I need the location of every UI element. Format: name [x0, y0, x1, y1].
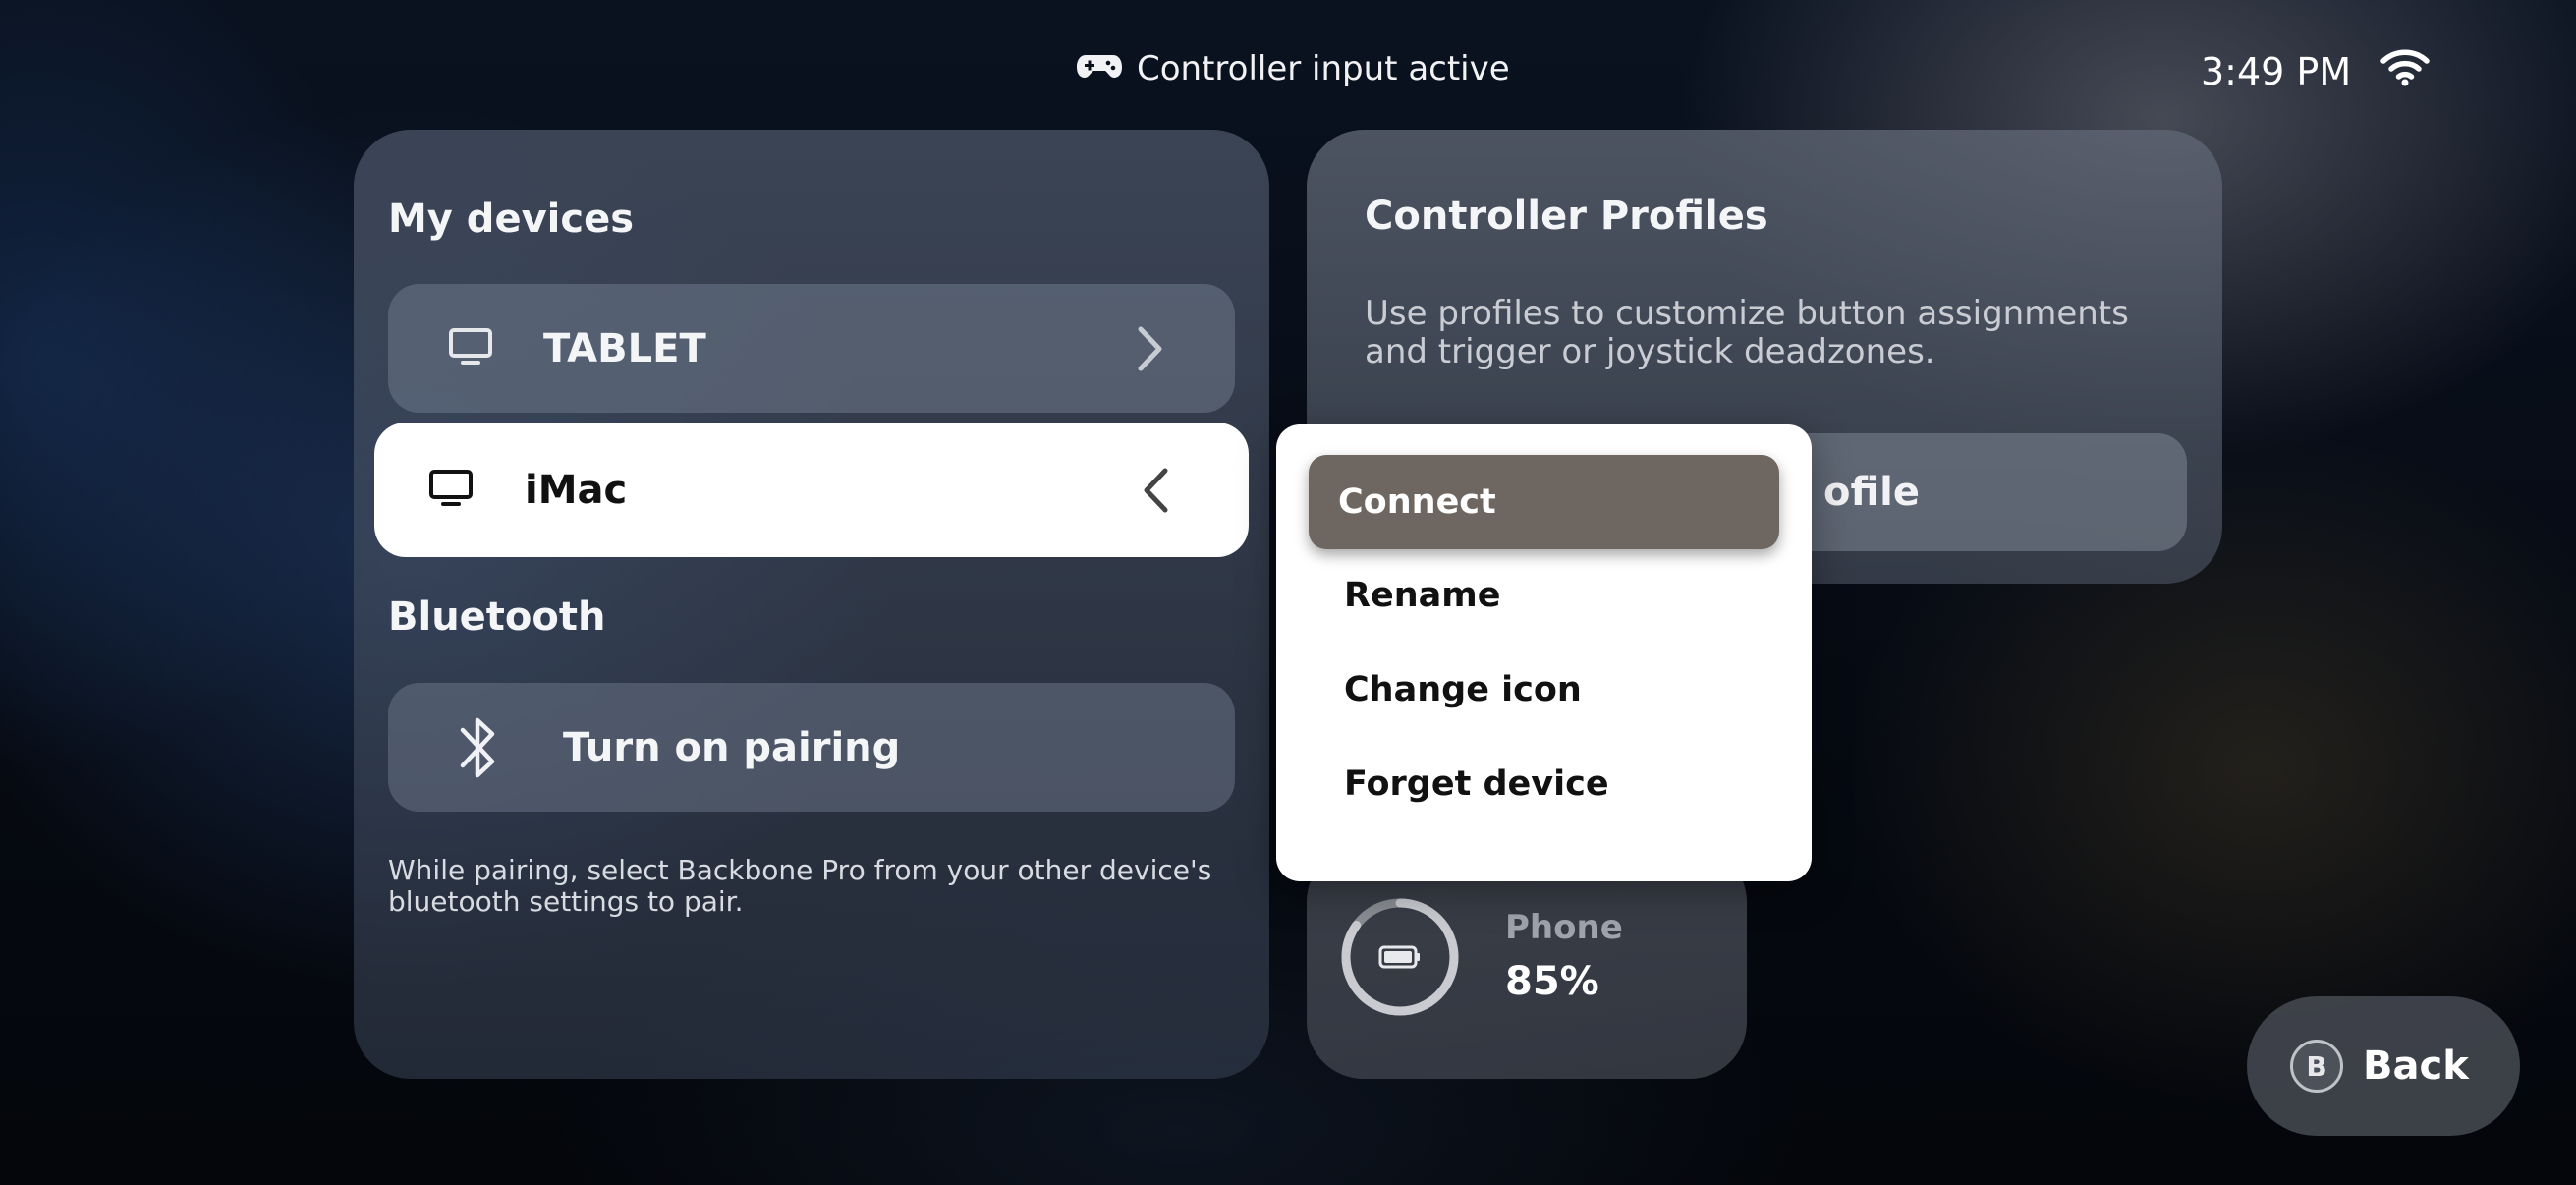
controller-status-text: Controller input active — [1137, 49, 1510, 88]
bluetooth-icon — [457, 710, 500, 789]
back-button[interactable]: B Back — [2247, 996, 2520, 1136]
device-row-tablet[interactable]: TABLET — [388, 284, 1235, 413]
chevron-right-icon[interactable] — [1135, 325, 1164, 376]
controller-profiles-description: Use profiles to customize button assignm… — [1365, 294, 2129, 371]
profile-button-label: ofile — [1823, 470, 1920, 515]
device-row-imac[interactable]: iMac — [374, 423, 1249, 557]
menu-item-forget-device[interactable]: Forget device — [1276, 764, 1812, 804]
monitor-icon — [448, 327, 493, 370]
battery-device-name: Phone — [1505, 908, 1623, 947]
chevron-left-icon[interactable] — [1142, 467, 1171, 518]
pairing-label: Turn on pairing — [563, 724, 901, 770]
controller-status: Controller input active — [1076, 49, 1510, 88]
menu-item-rename[interactable]: Rename — [1276, 576, 1812, 615]
system-tray: 3:49 PM — [2201, 47, 2430, 95]
menu-item-change-icon[interactable]: Change icon — [1276, 670, 1812, 709]
b-button-icon: B — [2290, 1040, 2343, 1093]
wifi-icon — [2380, 47, 2430, 95]
battery-ring — [1340, 897, 1460, 1021]
controller-profiles-title: Controller Profiles — [1365, 194, 1768, 239]
clock: 3:49 PM — [2201, 49, 2352, 93]
back-label: Back — [2363, 1044, 2469, 1089]
device-context-menu: Connect Rename Change icon Forget device — [1276, 424, 1812, 881]
device-name-tablet: TABLET — [543, 325, 706, 371]
battery-icon — [1378, 945, 1420, 969]
my-devices-title: My devices — [388, 197, 634, 242]
menu-item-connect[interactable]: Connect — [1309, 455, 1779, 549]
battery-level: 85% — [1505, 959, 1599, 1004]
monitor-icon — [428, 469, 474, 512]
gamepad-icon — [1076, 49, 1123, 88]
device-name-imac: iMac — [525, 467, 628, 513]
turn-on-pairing-button[interactable]: Turn on pairing — [388, 683, 1235, 812]
pairing-help-text: While pairing, select Backbone Pro from … — [388, 854, 1212, 918]
bluetooth-title: Bluetooth — [388, 594, 606, 640]
